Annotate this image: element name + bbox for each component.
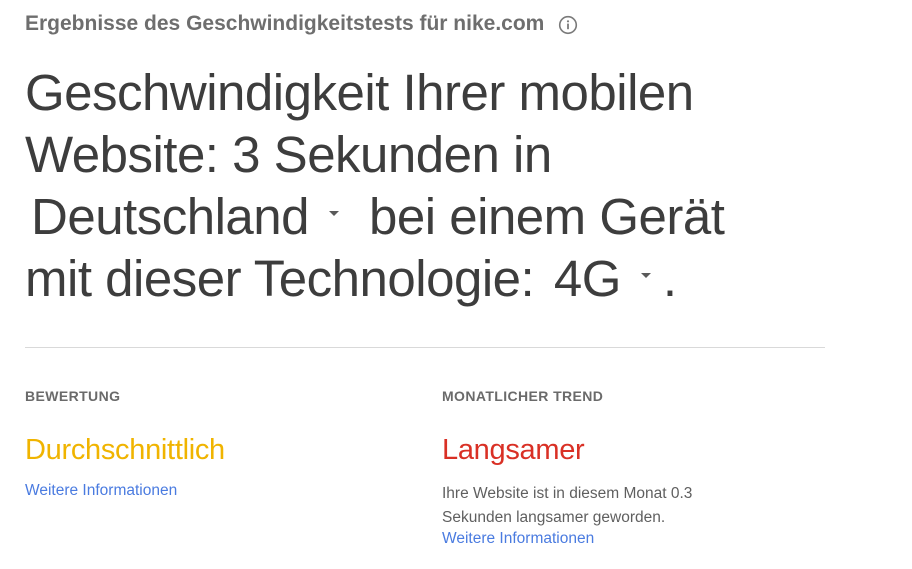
trend-more-info-link[interactable]: Weitere Informationen bbox=[442, 530, 594, 548]
rating-label: BEWERTUNG bbox=[25, 388, 121, 404]
headline-line-3: Deutschland bei einem Gerät bbox=[25, 186, 825, 248]
page-subtitle: Ergebnisse des Geschwindigkeitstests für… bbox=[25, 12, 578, 36]
rating-more-info-link[interactable]: Weitere Informationen bbox=[25, 482, 177, 500]
trend-description: Ihre Website ist in diesem Monat 0.3 Sek… bbox=[442, 485, 693, 526]
section-divider bbox=[25, 347, 825, 348]
page-headline: Geschwindigkeit Ihrer mobilen Website: 3… bbox=[25, 62, 825, 310]
headline-line-4-suffix: . bbox=[662, 250, 677, 307]
country-dropdown-value: Deutschland bbox=[31, 188, 310, 245]
trend-section: MONATLICHER TREND Langsamer Ihre Website… bbox=[442, 388, 862, 548]
chevron-down-icon bbox=[640, 272, 651, 278]
headline-line-4-prefix: mit dieser Technologie: bbox=[25, 250, 535, 307]
headline-line-1: Geschwindigkeit Ihrer mobilen bbox=[25, 64, 694, 121]
rating-section: BEWERTUNG Durchschnittlich Weitere Infor… bbox=[25, 388, 425, 500]
headline-line-3-text: bei einem Gerät bbox=[369, 188, 725, 245]
headline-line-4: mit dieser Technologie: 4G . bbox=[25, 248, 825, 310]
country-dropdown[interactable]: Deutschland bbox=[31, 186, 369, 248]
info-icon[interactable] bbox=[558, 15, 578, 35]
network-dropdown[interactable]: 4G bbox=[554, 248, 663, 310]
chevron-down-icon bbox=[329, 210, 340, 216]
subtitle-text: Ergebnisse des Geschwindigkeitstests für… bbox=[25, 12, 545, 35]
rating-value: Durchschnittlich bbox=[25, 434, 225, 466]
headline-line-2: Website: 3 Sekunden in bbox=[25, 126, 552, 183]
trend-label: MONATLICHER TREND bbox=[442, 388, 604, 404]
trend-value: Langsamer bbox=[442, 434, 585, 466]
network-dropdown-value: 4G bbox=[553, 250, 622, 307]
